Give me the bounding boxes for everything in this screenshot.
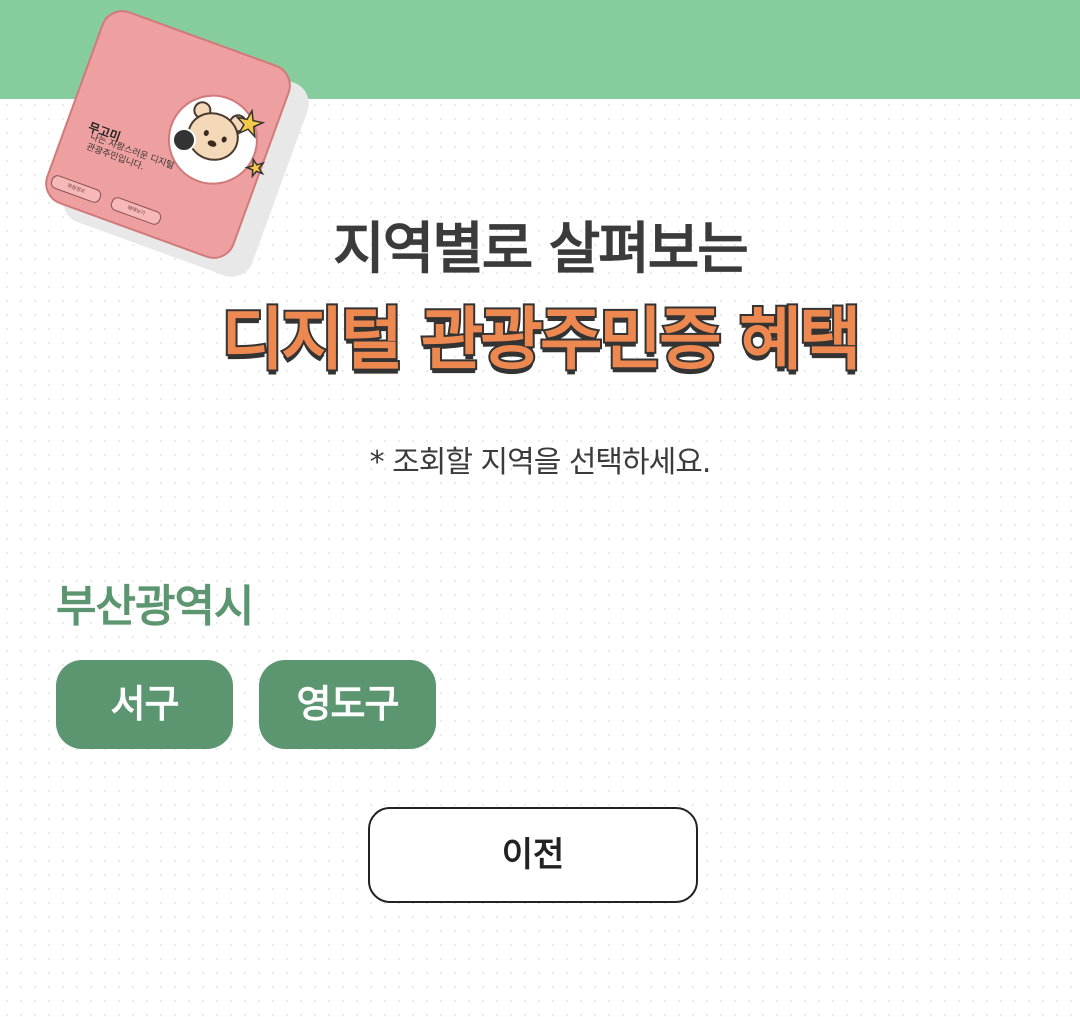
page-title-line2: 디지털 관광주민증 혜택 [220,299,864,382]
previous-button[interactable]: 이전 [368,807,698,903]
cloud-badge-icon [172,128,196,152]
page-title-line1: 지역별로 살펴보는 [333,217,749,282]
district-button-seo-gu[interactable]: 서구 [56,660,233,749]
region-title: 부산광역시 [56,581,254,632]
instruction-text: * 조회할 지역을 선택하세요. [369,445,712,480]
district-button-yeongdo-gu[interactable]: 영도구 [259,660,436,749]
